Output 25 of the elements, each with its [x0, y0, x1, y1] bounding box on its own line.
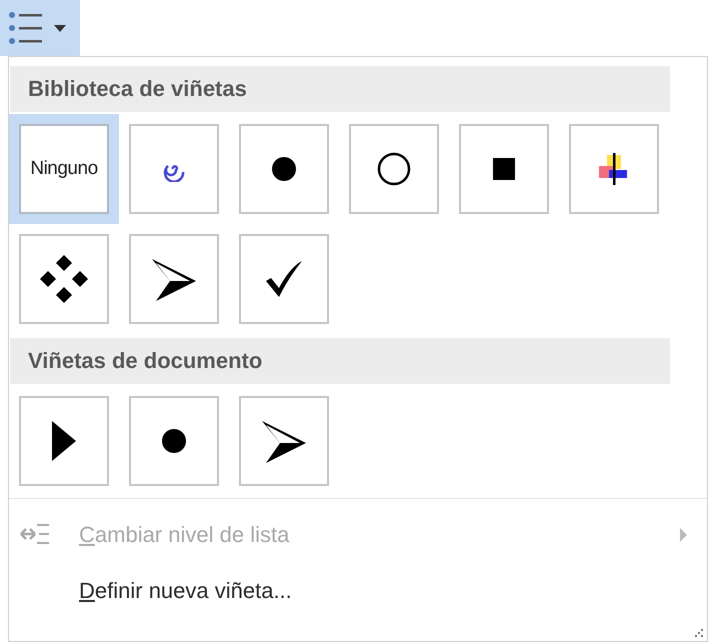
- bullet-option[interactable]: [129, 396, 219, 486]
- triangle-bullet-icon: [52, 421, 76, 461]
- diamonds-bullet-icon: [38, 253, 90, 305]
- square-bullet-icon: [493, 158, 515, 180]
- bullet-list-icon: [8, 11, 44, 45]
- bullet-option[interactable]: [569, 124, 659, 214]
- bullet-option[interactable]: [349, 124, 439, 214]
- menu-item[interactable]: Definir nueva viñeta...: [9, 563, 707, 619]
- bullet-option[interactable]: Ninguno: [19, 124, 109, 214]
- section-header: Biblioteca de viñetas: [10, 66, 670, 112]
- circle-bullet-icon: [377, 152, 411, 186]
- bullet-option[interactable]: [19, 234, 109, 324]
- section-header: Viñetas de documento: [10, 338, 670, 384]
- bullets-button[interactable]: [0, 0, 80, 56]
- bullet-option[interactable]: [239, 234, 329, 324]
- disc-bullet-icon: [271, 156, 297, 182]
- bullet-option[interactable]: [459, 124, 549, 214]
- resize-grip-icon: [694, 628, 703, 637]
- bullet-option[interactable]: [129, 234, 219, 324]
- bullet-option[interactable]: [19, 396, 109, 486]
- check-bullet-icon: [264, 259, 304, 299]
- bullet-option[interactable]: [239, 124, 329, 214]
- caret-icon: [54, 24, 66, 32]
- bullet-option[interactable]: [239, 396, 329, 486]
- disc-bullet-icon: [161, 428, 187, 454]
